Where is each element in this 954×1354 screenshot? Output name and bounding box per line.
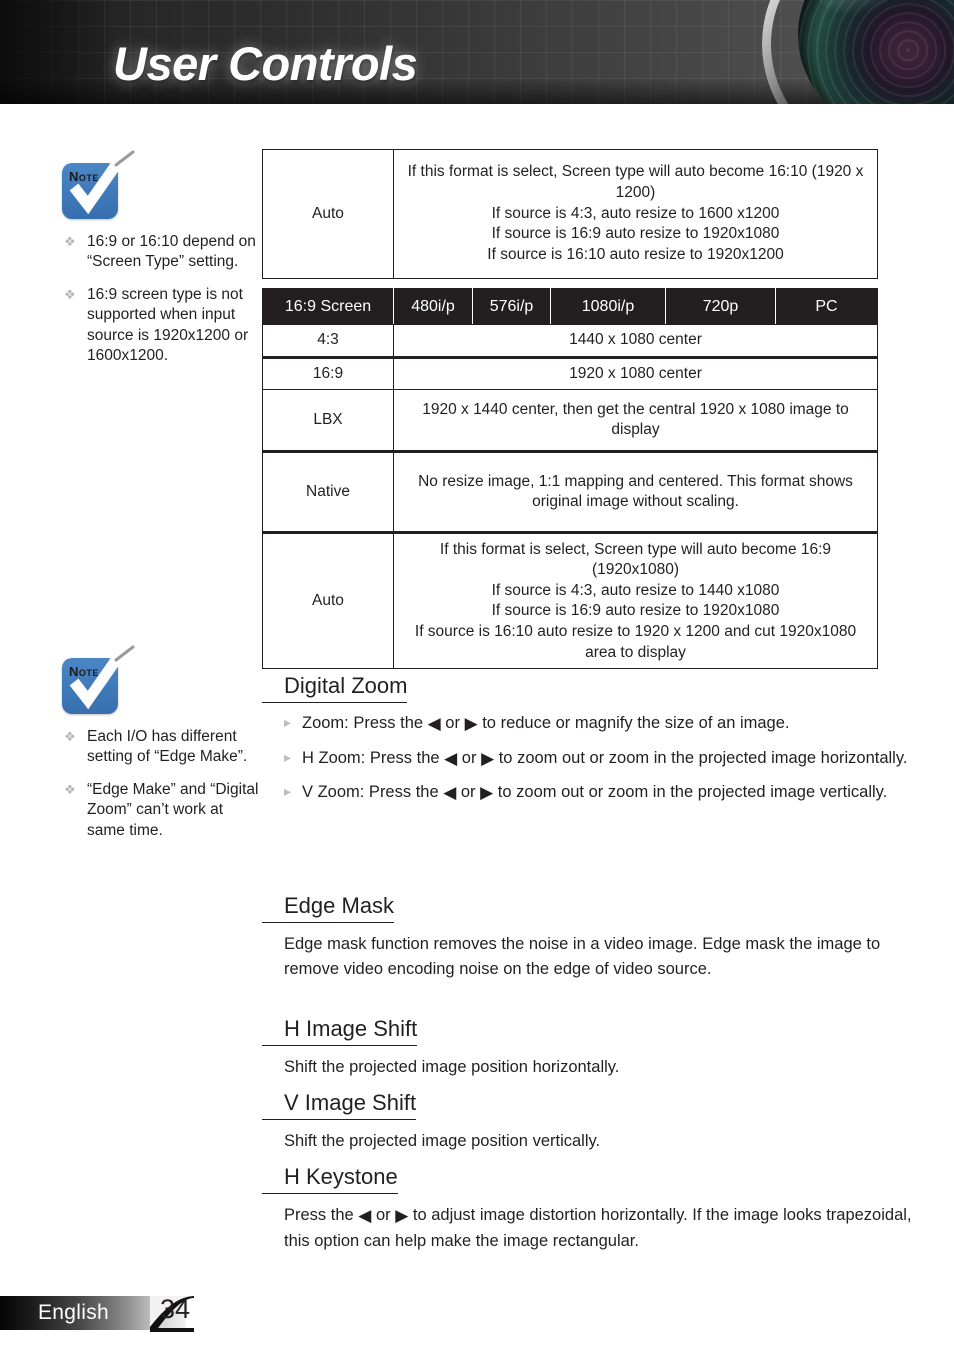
cell-row-label: 16:9 bbox=[262, 355, 394, 391]
col-header-576ip: 576i/p bbox=[472, 287, 551, 326]
list-item-text-mid: or bbox=[457, 748, 482, 767]
note-item-text: 16:9 screen type is not supported when i… bbox=[87, 285, 249, 365]
cell-row-value: 1440 x 1080 center bbox=[393, 324, 878, 358]
section-heading: Digital Zoom bbox=[262, 673, 408, 704]
triangle-bullet-icon: ▸ bbox=[284, 782, 292, 799]
table-row: Native No resize image, 1:1 mapping and … bbox=[262, 450, 878, 534]
col-header-screen: 16:9 Screen bbox=[262, 287, 394, 326]
note-item-text: Each I/O has different setting of “Edge … bbox=[87, 728, 248, 766]
note-block-screen-type: Note ❖ 16:9 or 16:10 depend on “Screen T… bbox=[62, 148, 262, 379]
list-item: ▸ Zoom: Press the ◀ or ▶ to reduce or ma… bbox=[262, 711, 914, 736]
list-item-text-mid: or bbox=[456, 782, 481, 801]
note-list: ❖ Each I/O has different setting of “Edg… bbox=[62, 727, 262, 841]
right-arrow-icon: ▶ bbox=[480, 782, 494, 802]
page-header-banner: User Controls bbox=[0, 0, 954, 104]
right-arrow-icon: ▶ bbox=[481, 748, 495, 768]
section-v-image-shift: V Image Shift Shift the projected image … bbox=[262, 1090, 914, 1154]
table-169-screen: 16:9 Screen 480i/p 576i/p 1080i/p 720p P… bbox=[262, 287, 878, 670]
col-header-1080ip: 1080i/p bbox=[550, 287, 666, 326]
section-body-mid: or bbox=[371, 1206, 396, 1225]
list-item-text-pre: Zoom: Press the bbox=[302, 714, 428, 733]
section-body: Press the ◀ or ▶ to adjust image distort… bbox=[284, 1203, 914, 1253]
cell-row-label: 4:3 bbox=[262, 324, 394, 358]
cell-format-label: Auto bbox=[262, 149, 394, 279]
diamond-bullet-icon: ❖ bbox=[64, 781, 76, 797]
note-list: ❖ 16:9 or 16:10 depend on “Screen Type” … bbox=[62, 232, 262, 367]
cell-row-value: 1920 x 1440 center, then get the central… bbox=[393, 389, 878, 453]
section-heading: H Keystone bbox=[262, 1164, 398, 1195]
col-header-720p: 720p bbox=[665, 287, 776, 326]
table-row: 16:9 1920 x 1080 center bbox=[262, 355, 878, 391]
checkmark-icon bbox=[69, 643, 136, 710]
page-title: User Controls bbox=[113, 37, 418, 90]
list-item-text-mid: or bbox=[440, 714, 465, 733]
lens-barrel-ring bbox=[762, 0, 954, 104]
note-item: ❖ Each I/O has different setting of “Edg… bbox=[62, 727, 262, 768]
right-arrow-icon: ▶ bbox=[395, 1206, 409, 1226]
note-item-text: “Edge Make” and “Digital Zoom” can’t wor… bbox=[87, 780, 259, 839]
section-heading: Edge Mask bbox=[262, 893, 395, 924]
table-row: Auto If this format is select, Screen ty… bbox=[262, 149, 878, 279]
note-item: ❖ 16:9 screen type is not supported when… bbox=[62, 285, 262, 367]
cell-row-value: No resize image, 1:1 mapping and centere… bbox=[393, 450, 878, 534]
triangle-bullet-icon: ▸ bbox=[284, 748, 292, 765]
note-icon: Note bbox=[62, 148, 136, 219]
section-body: Edge mask function removes the noise in … bbox=[284, 935, 881, 978]
cell-row-value: If this format is select, Screen type wi… bbox=[393, 531, 878, 670]
cell-row-value: 1920 x 1080 center bbox=[393, 355, 878, 391]
note-item-text: 16:9 or 16:10 depend on “Screen Type” se… bbox=[87, 233, 256, 271]
section-h-image-shift: H Image Shift Shift the projected image … bbox=[262, 1016, 914, 1080]
section-h-keystone: H Keystone Press the ◀ or ▶ to adjust im… bbox=[262, 1164, 914, 1253]
cell-row-label: Auto bbox=[262, 531, 394, 670]
diamond-bullet-icon: ❖ bbox=[64, 729, 76, 744]
table-auto-format: Auto If this format is select, Screen ty… bbox=[262, 149, 878, 279]
table-row: LBX 1920 x 1440 center, then get the cen… bbox=[262, 389, 878, 453]
section-body: Shift the projected image position horiz… bbox=[284, 1058, 620, 1077]
cell-row-label: Native bbox=[262, 450, 394, 534]
note-block-edge-mask: Note ❖ Each I/O has different setting of… bbox=[62, 643, 262, 853]
section-heading: V Image Shift bbox=[262, 1090, 417, 1121]
footer-language-label: English bbox=[38, 1301, 109, 1324]
section-heading: H Image Shift bbox=[262, 1016, 418, 1047]
table-header-row: 16:9 Screen 480i/p 576i/p 1080i/p 720p P… bbox=[262, 287, 878, 326]
table-row: Auto If this format is select, Screen ty… bbox=[262, 531, 878, 670]
note-icon: Note bbox=[62, 643, 136, 714]
col-header-pc: PC bbox=[775, 287, 878, 326]
left-arrow-icon: ◀ bbox=[358, 1206, 372, 1226]
section-digital-zoom: Digital Zoom ▸ Zoom: Press the ◀ or ▶ to… bbox=[262, 673, 914, 814]
diamond-bullet-icon: ❖ bbox=[64, 234, 76, 249]
section-body: Shift the projected image position verti… bbox=[284, 1132, 601, 1151]
note-item: ❖ “Edge Make” and “Digital Zoom” can’t w… bbox=[62, 780, 262, 841]
diamond-bullet-icon: ❖ bbox=[64, 286, 76, 302]
list-item-text-post: to zoom out or zoom in the projected ima… bbox=[493, 782, 888, 801]
left-arrow-icon: ◀ bbox=[427, 714, 441, 734]
list-item: ▸ H Zoom: Press the ◀ or ▶ to zoom out o… bbox=[262, 746, 914, 771]
section-body-pre: Press the bbox=[284, 1206, 359, 1225]
table-row: 4:3 1440 x 1080 center bbox=[262, 324, 878, 358]
right-arrow-icon: ▶ bbox=[464, 714, 478, 734]
left-arrow-icon: ◀ bbox=[443, 782, 457, 802]
page-footer: English 34 bbox=[0, 1294, 260, 1336]
left-arrow-icon: ◀ bbox=[444, 748, 458, 768]
checkmark-icon bbox=[69, 148, 136, 215]
section-edge-mask: Edge Mask Edge mask function removes the… bbox=[262, 893, 914, 981]
list-item-text-post: to zoom out or zoom in the projected ima… bbox=[494, 748, 908, 767]
list-item-text-pre: H Zoom: Press the bbox=[302, 748, 445, 767]
digital-zoom-bullets: ▸ Zoom: Press the ◀ or ▶ to reduce or ma… bbox=[262, 711, 914, 804]
triangle-bullet-icon: ▸ bbox=[284, 714, 292, 731]
cell-format-description: If this format is select, Screen type wi… bbox=[393, 149, 878, 279]
list-item: ▸ V Zoom: Press the ◀ or ▶ to zoom out o… bbox=[262, 780, 914, 805]
note-item: ❖ 16:9 or 16:10 depend on “Screen Type” … bbox=[62, 232, 262, 273]
list-item-text-pre: V Zoom: Press the bbox=[302, 782, 444, 801]
list-item-text-post: to reduce or magnify the size of an imag… bbox=[477, 714, 790, 733]
col-header-480ip: 480i/p bbox=[393, 287, 473, 326]
cell-row-label: LBX bbox=[262, 389, 394, 453]
page-number: 34 bbox=[160, 1294, 191, 1324]
